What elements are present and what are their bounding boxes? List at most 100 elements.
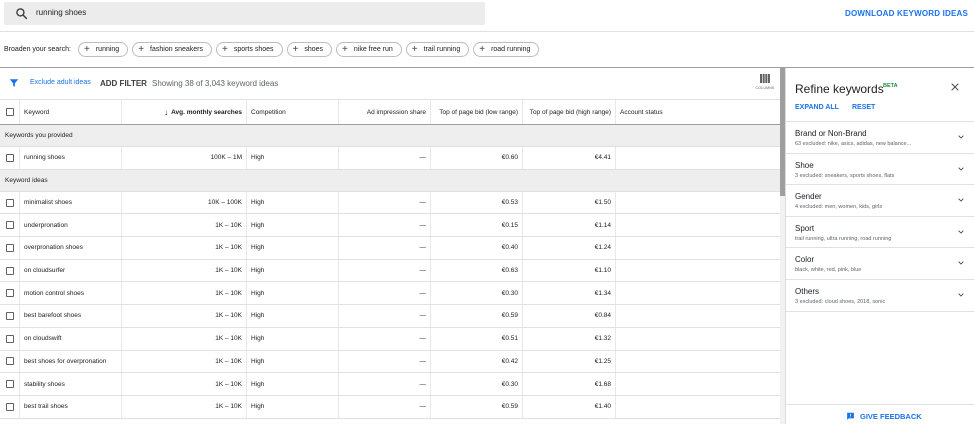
broaden-chip[interactable]: + trail running (405, 42, 470, 57)
row-checkbox[interactable] (5, 153, 14, 162)
table-section-header: Keywords you provided (0, 125, 780, 147)
broaden-chip[interactable]: + running (78, 42, 129, 57)
bid-low-cell: €0.53 (431, 191, 523, 214)
competition-cell: High (247, 259, 339, 282)
broaden-chip[interactable]: + sports shoes (215, 42, 283, 57)
column-header-bid-low[interactable]: Top of page bid (low range) (431, 100, 523, 124)
table-row[interactable]: best shoes for overpronation 1K – 10K High… (0, 350, 780, 374)
refine-group[interactable]: Brand or Non-Brand 63 excluded: nike, asi… (786, 122, 974, 154)
row-checkbox[interactable] (5, 380, 14, 389)
competition-cell: High (247, 282, 339, 305)
account-status-cell (616, 237, 780, 259)
refine-group[interactable]: Gender 4 excluded: men, women, kids, girl… (786, 185, 974, 217)
broaden-chip[interactable]: + road running (473, 42, 540, 57)
expand-all-button[interactable]: EXPAND ALL (795, 104, 839, 111)
filter-bar: Exclude adult ideas ADD FILTER Showing 3… (0, 68, 785, 99)
table-row[interactable]: stability shoes 1K – 10K High — €0.30 €1.68 (0, 373, 780, 396)
chevron-down-icon (958, 230, 964, 234)
exclude-adult-ideas-link[interactable]: Exclude adult ideas (30, 79, 91, 86)
row-checkbox[interactable] (5, 402, 14, 411)
avg-monthly-searches-cell: 1K – 10K (122, 350, 247, 373)
table-row[interactable]: on cloudswift 1K – 10K High — €0.51 €1.32 (0, 327, 780, 351)
table-row[interactable]: underpronation 1K – 10K High — €0.15 €1.14 (0, 214, 780, 238)
plus-icon: + (138, 43, 145, 55)
filter-icon[interactable] (9, 78, 19, 88)
bid-low-cell: €0.30 (431, 282, 523, 305)
column-header-avg-monthly-searches[interactable]: ↓ Avg. monthly searches (122, 100, 247, 124)
refine-group-subtitle: 63 excluded: nike, asics, adidas, new ba… (795, 141, 912, 147)
search-input[interactable]: running shoes (4, 2, 485, 25)
row-checkbox[interactable] (5, 221, 14, 230)
add-filter-button[interactable]: ADD FILTER (100, 79, 147, 88)
row-checkbox-cell (0, 327, 20, 350)
refine-title: Refine keywords (795, 82, 884, 96)
refine-group[interactable]: Sport trail running, ultra running, road … (786, 217, 974, 249)
account-status-cell (616, 396, 780, 418)
row-checkbox[interactable] (5, 266, 14, 275)
row-checkbox-cell (0, 147, 20, 169)
refine-group-title: Gender (795, 192, 822, 202)
broaden-chip[interactable]: + fashion sneakers (132, 42, 212, 57)
keyword-cell: stability shoes (20, 373, 122, 395)
row-checkbox[interactable] (5, 198, 14, 207)
download-keyword-ideas-button[interactable]: DOWNLOAD KEYWORD IDEAS (845, 9, 968, 18)
row-checkbox[interactable] (5, 289, 14, 298)
avg-monthly-searches-cell: 1K – 10K (122, 327, 247, 350)
give-feedback-button[interactable]: GIVE FEEDBACK (846, 412, 922, 421)
account-status-cell (616, 260, 780, 282)
table-row[interactable]: on cloudsurfer 1K – 10K High — €0.63 €1.10 (0, 259, 780, 283)
bid-low-cell: €0.63 (431, 259, 523, 282)
ad-impression-share-cell: — (339, 237, 431, 259)
keyword-cell: running shoes (20, 147, 122, 169)
column-header-ad-impression-share[interactable]: Ad impression share (339, 100, 431, 124)
plus-icon: + (84, 43, 90, 55)
row-checkbox[interactable] (5, 334, 14, 343)
broaden-chip[interactable]: + nike free run (336, 42, 402, 57)
broaden-search-bar: Broaden your search: + running + fashion s… (0, 32, 974, 68)
row-checkbox[interactable] (5, 311, 14, 320)
broaden-label: Broaden your search: (4, 46, 71, 53)
refine-group-subtitle: 3 excluded: sneakers, sports shoes, flat… (795, 172, 895, 179)
refine-group-subtitle: trail running, ultra running, road runni… (795, 235, 892, 242)
competition-cell: High (247, 191, 339, 214)
refine-group[interactable]: Shoe 3 excluded: sneakers, sports shoes, … (786, 154, 974, 186)
table-row[interactable]: minimalist shoes 10K – 100K High — €0.53 €1.5… (0, 191, 780, 215)
keyword-cell: best barefoot shoes (20, 305, 122, 327)
keyword-cell: minimalist shoes (20, 191, 122, 214)
bid-high-cell: €4.41 (523, 147, 616, 169)
close-icon[interactable] (950, 82, 960, 92)
select-all-checkbox[interactable] (5, 108, 14, 116)
reset-button[interactable]: RESET (852, 104, 875, 111)
refine-group[interactable]: Color black, white, red, pink, blue (786, 248, 974, 280)
ad-impression-share-cell: — (339, 282, 431, 305)
table-row[interactable]: motion control shoes 1K – 10K High — €0.30 €1… (0, 282, 780, 306)
broaden-chip[interactable]: + shoes (286, 42, 333, 57)
avg-monthly-searches-cell: 1K – 10K (122, 259, 247, 282)
refine-group-title: Others (795, 286, 820, 296)
plus-icon: + (479, 43, 486, 55)
table-row[interactable]: best trail shoes 1K – 10K High — €0.59 €1.40 (0, 395, 780, 419)
column-header-keyword[interactable]: Keyword (20, 100, 122, 124)
bid-high-cell: €1.14 (523, 214, 616, 237)
account-status-cell (616, 282, 780, 304)
refine-group-subtitle: black, white, red, pink, blue (795, 267, 862, 274)
row-checkbox[interactable] (5, 357, 14, 366)
ad-impression-share-cell: — (339, 350, 431, 373)
column-header-competition[interactable]: Competition (247, 100, 339, 124)
table-row[interactable]: overpronation shoes 1K – 10K High — €0.40 €1.… (0, 237, 780, 260)
table-section-header: Keyword ideas (0, 169, 780, 192)
column-header-bid-high[interactable]: Top of page bid (high range) (523, 100, 616, 124)
refine-group[interactable]: Others 3 excluded: cloud shoes, 2018, son… (786, 280, 974, 312)
competition-cell: High (247, 327, 339, 350)
columns-button[interactable]: COLUMNS (755, 74, 775, 90)
bid-low-cell: €0.42 (431, 350, 523, 373)
table-row[interactable]: best barefoot shoes 1K – 10K High — €0.59 €0.… (0, 305, 780, 328)
refine-group-title: Shoe (795, 160, 814, 170)
column-header-account-status[interactable]: Account status (616, 100, 780, 124)
row-checkbox[interactable] (5, 243, 14, 252)
bid-high-cell: €1.32 (523, 327, 616, 350)
keyword-cell: motion control shoes (20, 282, 122, 305)
search-icon (16, 8, 28, 20)
account-status-cell (616, 328, 780, 350)
table-row[interactable]: running shoes 100K – 1M High — €0.60 €4.41 (0, 147, 780, 170)
